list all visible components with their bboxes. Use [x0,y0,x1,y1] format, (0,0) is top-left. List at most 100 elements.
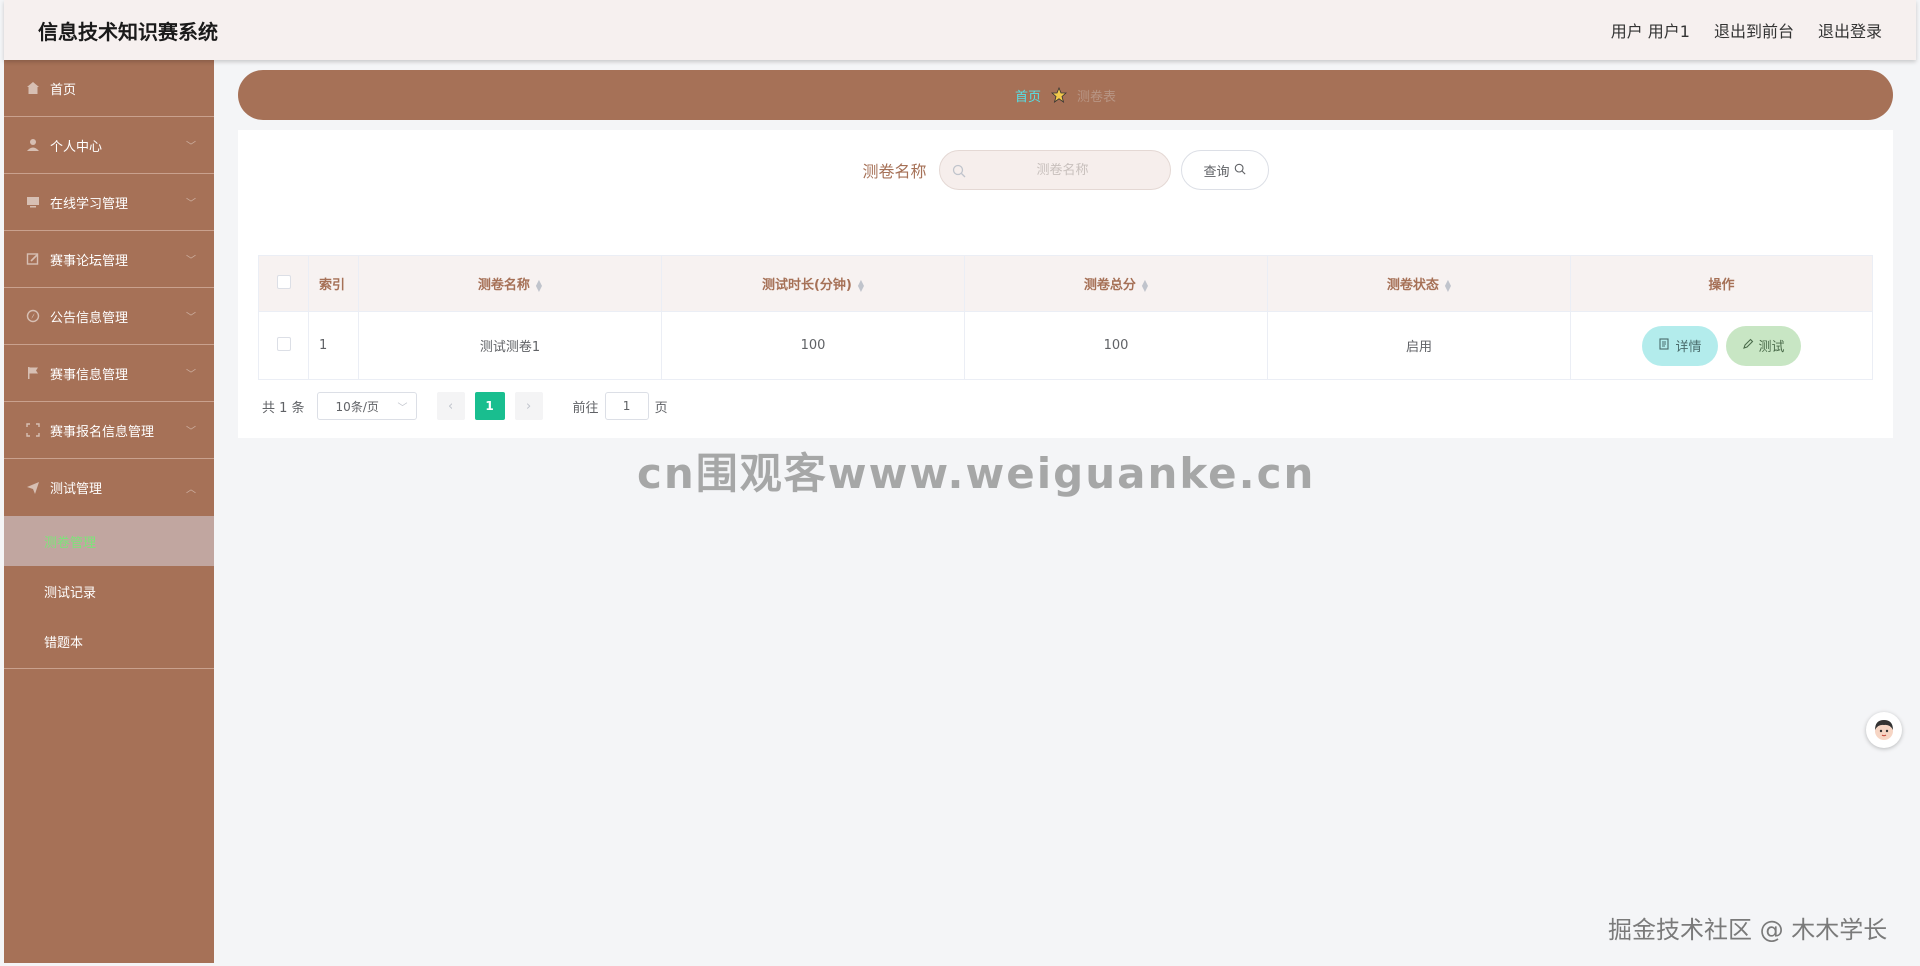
total-count: 共 1 条 [262,400,305,416]
next-page-button[interactable]: › [514,392,543,420]
pagination: 共 1 条 10条/页 ﹀ ‹ 1 › 前往 页 [262,392,668,420]
cell-duration: 100 [661,311,965,380]
submenu-test: 测卷管理 测试记录 错题本 [4,516,214,669]
chevron-up-icon: ︿ [186,484,196,495]
document-icon [1658,337,1670,354]
pencil-icon [1742,338,1754,354]
sidebar-item-personal[interactable]: 个人中心 ﹀ [4,117,214,174]
prev-page-button[interactable]: ‹ [436,392,465,420]
sidebar-item-test-management[interactable]: 测试管理 ︿ [4,459,214,516]
col-label: 测试时长(分钟) [761,278,852,293]
submenu-item-test-records[interactable]: 测试记录 [4,566,214,616]
col-label: 测卷状态 [1386,278,1439,293]
table-row: 1 测试测卷1 100 100 启用 详情 测试 [258,311,1873,380]
search-bar: 测卷名称 查询 [238,150,1893,190]
chevron-right-icon: › [525,398,532,414]
chevron-down-icon: ﹀ [186,369,196,381]
watermark: cn围观客www.weiguanke.cn [637,449,1316,498]
chevron-down-icon: ﹀ [397,402,408,414]
cell-paper-name: 测试测卷1 [358,311,662,380]
goto-page-input[interactable] [604,392,649,420]
table-header-row: 索引 测卷名称 ▲ ▼ 测试时长(分钟) ▲ ▼ 测卷总分 ▲ ▼ 测卷状态 ▲ ▼ 操作 [258,255,1873,312]
detail-button-label: 详情 [1675,340,1702,355]
flag-icon [26,366,40,380]
user-icon [26,138,40,152]
user-label[interactable]: 用户 用户1 [1611,18,1690,42]
breadcrumb: 首页 测卷表 [238,70,1893,120]
compass-icon [26,309,40,323]
logout-link[interactable]: 退出登录 [1818,18,1882,42]
goto-label: 前往 [572,400,599,416]
chevron-down-icon: ﹀ [186,198,196,210]
sidebar-item-learning[interactable]: 在线学习管理 ﹀ [4,174,214,231]
breadcrumb-current: 测卷表 [1077,89,1117,105]
page-size-value: 10条/页 [335,399,379,414]
sort-icon: ▲ ▼ [1444,277,1452,293]
sidebar-item-label: 赛事论坛管理 [50,253,129,269]
detail-button[interactable]: 详情 [1642,325,1718,366]
sidebar-item-label: 赛事信息管理 [50,367,129,383]
search-label: 测卷名称 [862,162,927,181]
test-button[interactable]: 测试 [1725,325,1801,366]
chevron-left-icon: ‹ [447,398,454,414]
goto-page: 前往 页 [573,392,668,420]
sidebar-item-events[interactable]: 赛事信息管理 ﹀ [4,345,214,402]
chevron-down-icon: ﹀ [186,426,196,438]
search-input[interactable] [977,162,1148,178]
sidebar-item-label: 赛事报名信息管理 [50,424,155,440]
assistant-avatar[interactable] [1866,712,1902,748]
col-duration[interactable]: 测试时长(分钟) ▲ ▼ [661,255,965,312]
chevron-down-icon: ﹀ [186,141,196,153]
page-size-select[interactable]: 10条/页 ﹀ [316,392,417,420]
sidebar-item-home[interactable]: 首页 [4,60,214,117]
sidebar: 首页 个人中心 ﹀ 在线学习管理 ﹀ 赛事论坛管理 ﹀ 公告信息管理 ﹀ 赛事信… [4,60,214,963]
cell-index: 1 [308,311,359,380]
col-label: 测卷总分 [1083,278,1136,293]
sidebar-item-forum[interactable]: 赛事论坛管理 ﹀ [4,231,214,288]
query-button[interactable]: 查询 [1180,150,1269,190]
sort-icon: ▲ ▼ [857,277,865,293]
row-checkbox[interactable] [276,336,291,351]
star-icon [1050,86,1068,103]
query-button-label: 查询 [1203,163,1230,179]
sidebar-item-label: 在线学习管理 [50,196,129,212]
submenu-item-wrong-questions[interactable]: 错题本 [4,616,214,666]
col-actions: 操作 [1570,255,1873,312]
cell-status: 启用 [1267,311,1571,380]
cell-actions: 详情 测试 [1570,311,1873,380]
col-index: 索引 [308,255,359,312]
home-icon [26,81,40,95]
footer-watermark: 掘金技术社区 @ 木木学长 [1608,916,1888,944]
sidebar-item-notice[interactable]: 公告信息管理 ﹀ [4,288,214,345]
submenu-item-paper-management[interactable]: 测卷管理 [4,516,214,566]
col-paper-name[interactable]: 测卷名称 ▲ ▼ [358,255,662,312]
col-total-score[interactable]: 测卷总分 ▲ ▼ [964,255,1268,312]
col-label: 测卷名称 [477,278,530,293]
page-number-active[interactable]: 1 [474,392,505,420]
top-header: 信息技术知识赛系统 用户 用户1 退出到前台 退出登录 [4,0,1916,60]
edit-icon [26,252,40,266]
paper-table: 索引 测卷名称 ▲ ▼ 测试时长(分钟) ▲ ▼ 测卷总分 ▲ ▼ 测卷状态 ▲ ▼ 操作 1 … [258,255,1873,380]
page-unit-label: 页 [654,400,668,416]
chevron-down-icon: ﹀ [186,255,196,267]
col-status[interactable]: 测卷状态 ▲ ▼ [1267,255,1571,312]
sort-icon: ▲ ▼ [535,277,543,293]
sidebar-item-registration[interactable]: 赛事报名信息管理 ﹀ [4,402,214,459]
send-icon [26,481,40,495]
header-actions: 用户 用户1 退出到前台 退出登录 [1611,18,1882,42]
cell-total-score: 100 [964,311,1268,380]
sidebar-item-label: 测试管理 [50,482,103,497]
to-front-link[interactable]: 退出到前台 [1714,18,1794,42]
search-icon [1234,163,1246,178]
monitor-icon [26,195,40,209]
app-title: 信息技术知识赛系统 [38,19,218,44]
sidebar-item-label: 个人中心 [50,139,103,155]
test-button-label: 测试 [1758,340,1785,355]
row-select-cell [258,311,309,380]
search-icon [952,163,966,182]
main-card: 测卷名称 查询 索引 测卷名称 ▲▼ 测试时长(分钟) ▲▼ 测卷总分 ▲▼ 测卷状态… [238,130,1893,438]
select-all-checkbox[interactable] [276,274,291,289]
search-input-wrap [938,150,1171,190]
breadcrumb-home[interactable]: 首页 [1015,86,1041,105]
select-all-cell [258,255,309,312]
